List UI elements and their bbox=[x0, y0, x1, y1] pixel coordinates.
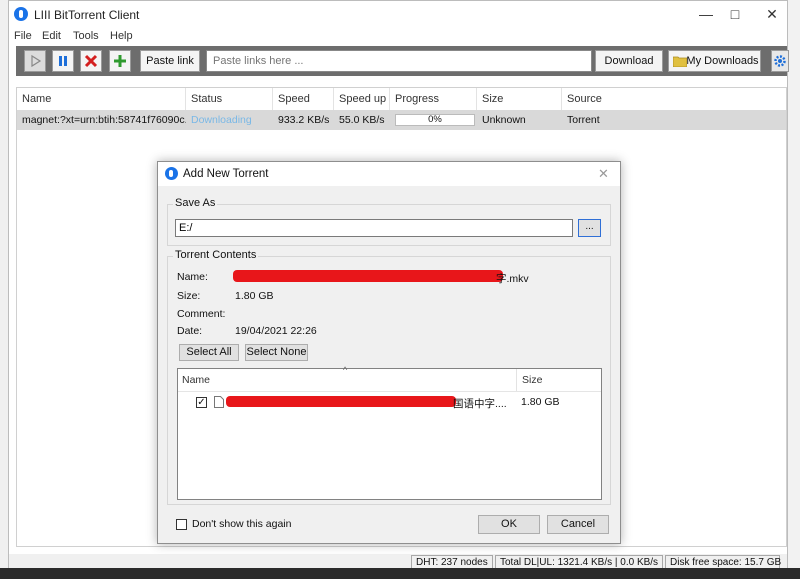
ok-button[interactable]: OK bbox=[478, 515, 540, 534]
file-icon bbox=[214, 396, 224, 408]
table-header: Name Status Speed down Speed up Progress… bbox=[17, 88, 786, 127]
torrent-status: Downloading bbox=[191, 114, 252, 126]
title-bar: LIII BitTorrent Client — □ ✕ bbox=[9, 1, 787, 28]
menu-bar: File Edit Tools Help bbox=[9, 28, 787, 46]
my-downloads-label: My Downloads bbox=[686, 55, 759, 67]
menu-edit[interactable]: Edit bbox=[42, 30, 61, 42]
sort-caret-icon: ^ bbox=[343, 365, 348, 375]
remove-button[interactable] bbox=[80, 50, 102, 72]
taskbar bbox=[0, 568, 800, 579]
my-downloads-button[interactable]: My Downloads bbox=[668, 50, 761, 72]
dialog-close-icon[interactable]: ✕ bbox=[598, 166, 609, 182]
settings-button[interactable] bbox=[771, 50, 789, 72]
paste-link-button[interactable]: Paste link bbox=[140, 50, 200, 72]
file-checkbox[interactable]: ✓ bbox=[196, 397, 207, 408]
cancel-button[interactable]: Cancel bbox=[547, 515, 609, 534]
delete-x-icon bbox=[84, 54, 98, 68]
column-header-name[interactable]: Name bbox=[17, 88, 186, 110]
file-column-name[interactable]: Name bbox=[182, 374, 210, 386]
table-row[interactable]: magnet:?xt=urn:btih:58741f76090c... Down… bbox=[17, 110, 786, 130]
torrent-progress-bar: 0% bbox=[395, 114, 475, 126]
add-torrent-dialog: Add New Torrent ✕ Save As ... Torrent Co… bbox=[157, 161, 621, 544]
play-button[interactable] bbox=[24, 50, 46, 72]
column-divider bbox=[516, 369, 517, 391]
file-list: Name ^ Size ✓ 国语中字.... 1.80 GB bbox=[177, 365, 602, 500]
app-logo-icon bbox=[14, 7, 28, 21]
browse-button[interactable]: ... bbox=[578, 219, 601, 237]
menu-help[interactable]: Help bbox=[110, 30, 133, 42]
link-input[interactable] bbox=[206, 50, 592, 72]
save-path-input[interactable] bbox=[175, 219, 573, 237]
add-button[interactable] bbox=[109, 50, 131, 72]
column-header-speed-down[interactable]: Speed down bbox=[273, 88, 334, 127]
dialog-title: Add New Torrent bbox=[183, 168, 269, 180]
column-header-size[interactable]: Size bbox=[477, 88, 562, 110]
gear-icon bbox=[774, 55, 786, 67]
menu-tools[interactable]: Tools bbox=[73, 30, 99, 42]
size-label: Size: bbox=[177, 290, 201, 302]
window-title: LIII BitTorrent Client bbox=[34, 8, 140, 22]
save-as-label: Save As bbox=[173, 197, 218, 209]
torrent-name: magnet:?xt=urn:btih:58741f76090c... bbox=[22, 114, 186, 126]
dialog-logo-icon bbox=[165, 167, 178, 180]
torrent-size: Unknown bbox=[482, 114, 526, 126]
list-item[interactable]: ✓ 国语中字.... 1.80 GB bbox=[178, 393, 601, 411]
pause-icon bbox=[59, 56, 67, 66]
menu-file[interactable]: File bbox=[14, 30, 32, 42]
torrent-source: Torrent bbox=[567, 114, 600, 126]
toolbar: Paste link Download My Downloads bbox=[16, 46, 789, 76]
plus-icon bbox=[114, 55, 126, 67]
folder-icon bbox=[673, 56, 687, 67]
name-label: Name: bbox=[177, 271, 208, 283]
file-name-suffix: 国语中字.... bbox=[453, 398, 507, 410]
torrent-contents-label: Torrent Contents bbox=[173, 249, 259, 261]
redaction-mark bbox=[233, 270, 503, 282]
date-value: 19/04/2021 22:26 bbox=[235, 325, 317, 337]
file-size: 1.80 GB bbox=[521, 396, 560, 408]
torrent-speed-up: 55.0 KB/s bbox=[339, 114, 385, 126]
comment-label: Comment: bbox=[177, 308, 226, 320]
torrent-speed-down: 933.2 KB/s bbox=[278, 114, 330, 126]
desktop-right-edge bbox=[788, 0, 800, 579]
select-none-button[interactable]: Select None bbox=[245, 344, 308, 361]
maximize-button[interactable]: □ bbox=[720, 4, 750, 24]
column-header-status[interactable]: Status bbox=[186, 88, 273, 110]
dont-show-checkbox[interactable] bbox=[176, 519, 187, 530]
select-all-button[interactable]: Select All bbox=[179, 344, 239, 361]
size-value: 1.80 GB bbox=[235, 290, 274, 302]
column-header-source[interactable]: Source bbox=[562, 88, 662, 110]
play-icon bbox=[31, 54, 42, 68]
date-label: Date: bbox=[177, 325, 203, 337]
column-header-speed-up[interactable]: Speed up bbox=[334, 88, 390, 110]
pause-button[interactable] bbox=[52, 50, 74, 72]
file-list-header: Name ^ Size bbox=[178, 365, 601, 392]
dialog-title-bar: Add New Torrent ✕ bbox=[158, 162, 620, 186]
file-column-size[interactable]: Size bbox=[522, 374, 542, 386]
minimize-button[interactable]: — bbox=[691, 4, 721, 24]
close-window-button[interactable]: ✕ bbox=[757, 4, 787, 24]
column-header-progress[interactable]: Progress bbox=[390, 88, 477, 110]
dont-show-label: Don't show this again bbox=[192, 518, 292, 530]
name-value-suffix: 字.mkv bbox=[496, 273, 529, 285]
download-button[interactable]: Download bbox=[595, 50, 663, 72]
progress-text: 0% bbox=[428, 114, 442, 125]
redaction-mark bbox=[226, 396, 456, 407]
